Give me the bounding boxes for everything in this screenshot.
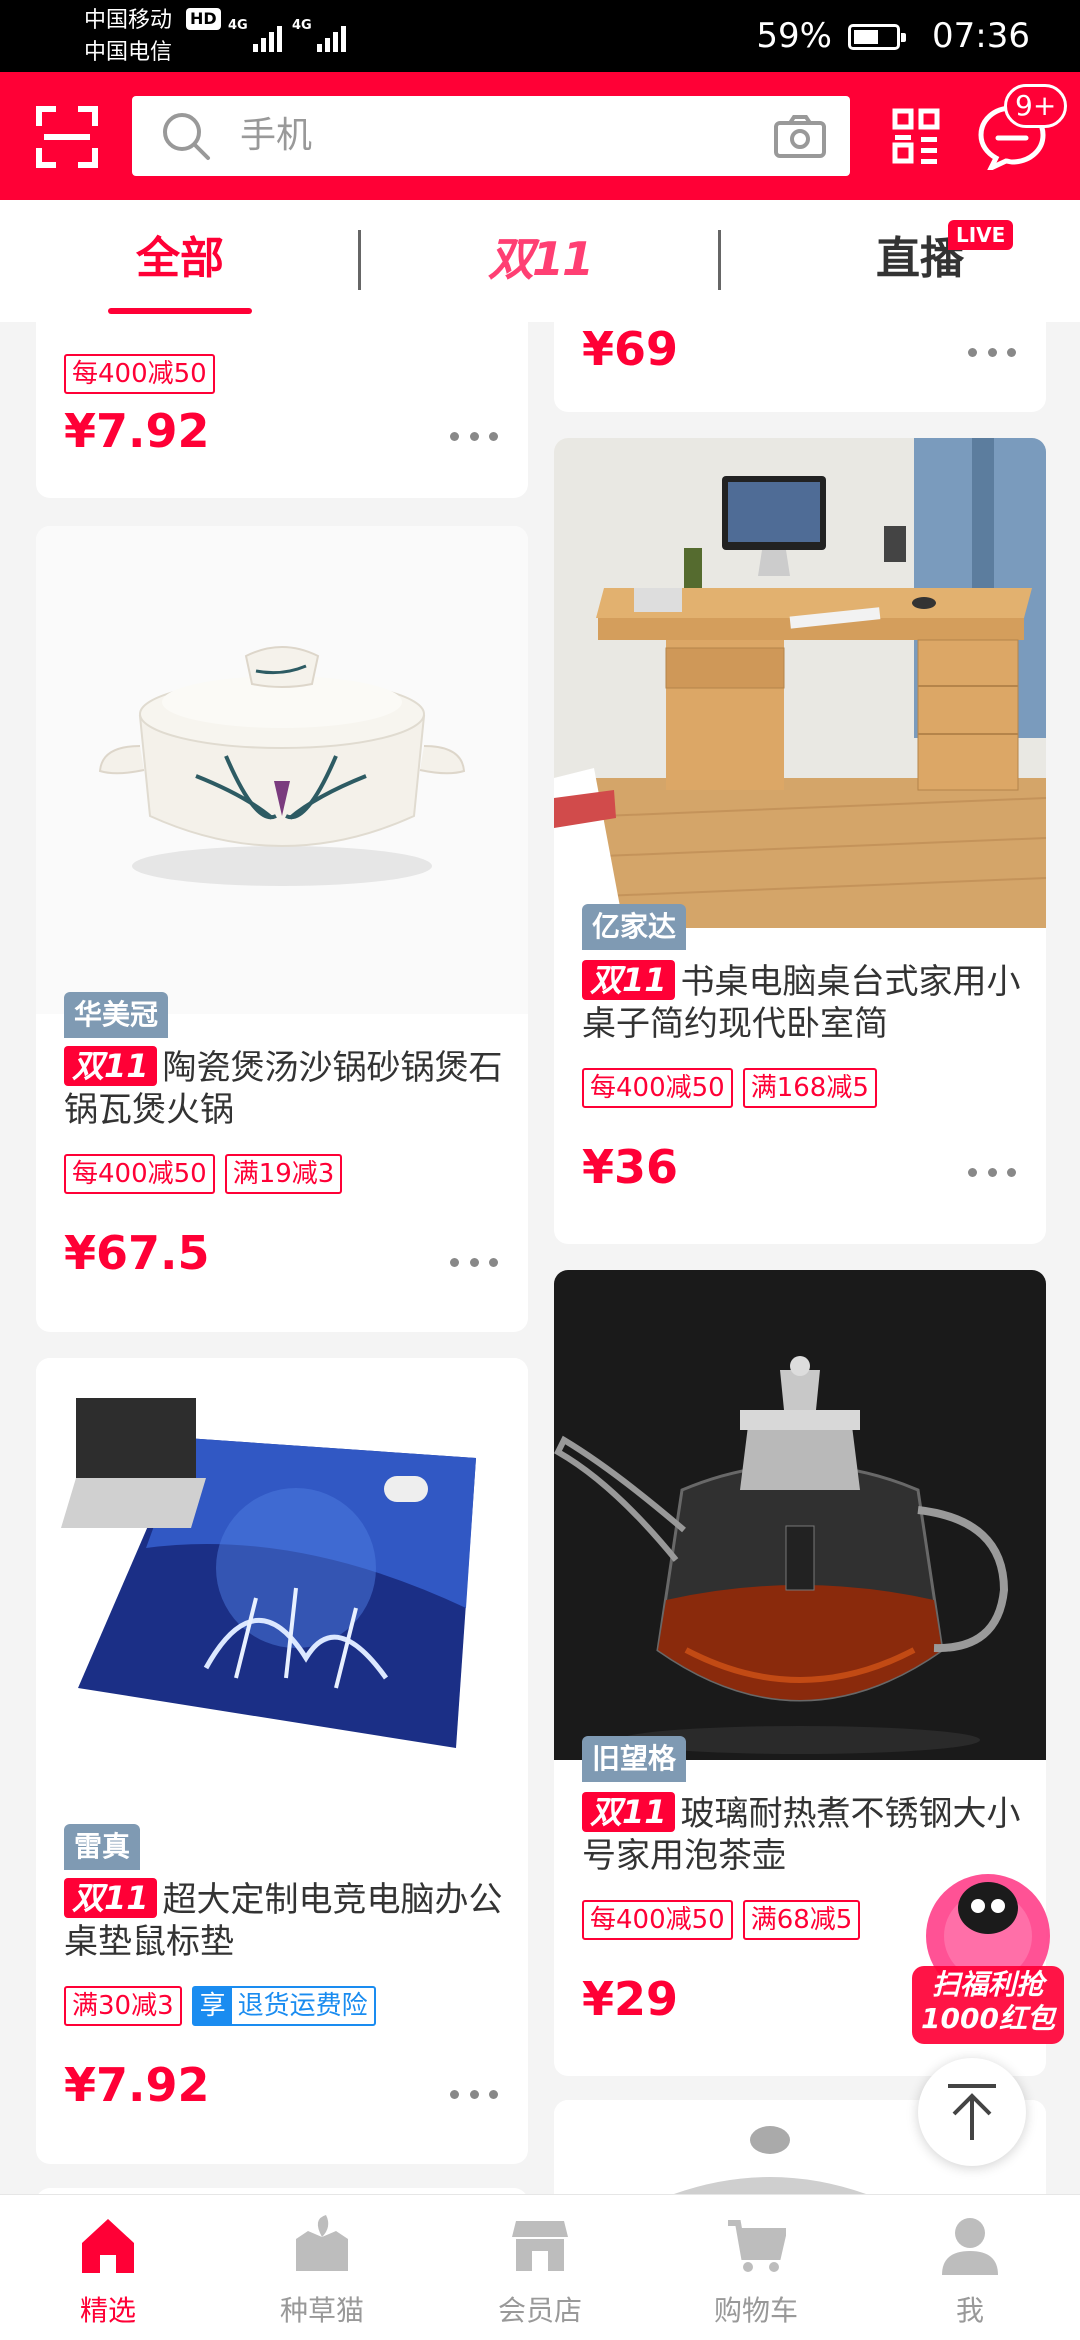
double11-tag: 双11 xyxy=(582,1792,675,1832)
search-box[interactable]: 手机 xyxy=(132,96,850,176)
carrier-1: 中国移动 xyxy=(84,8,173,33)
tab-divider xyxy=(358,230,361,290)
product-card[interactable]: 雷真 双11 超大定制电竞电脑办公桌垫鼠标垫 满30减3 享退货运费险 ¥7.92 xyxy=(36,1358,528,2164)
promo-tag: 满19减3 xyxy=(224,1154,343,1194)
tab-active-indicator xyxy=(108,308,252,314)
promo-tag: 每400减50 xyxy=(64,1154,215,1194)
store-tag: 华美冠 xyxy=(64,992,169,1038)
tab-divider xyxy=(718,230,721,290)
promo-tag: 满68减5 xyxy=(742,1900,861,1940)
store-tag: 旧望格 xyxy=(582,1736,687,1782)
search-input[interactable]: 手机 xyxy=(240,96,312,176)
tab-all[interactable]: 全部 xyxy=(110,200,250,322)
camera-icon[interactable] xyxy=(774,114,826,158)
carrier-2: 中国电信 xyxy=(84,40,173,65)
scan-icon[interactable] xyxy=(36,106,98,168)
more-options-icon[interactable] xyxy=(968,1168,1016,1180)
floating-red-packet-promo[interactable]: 扫福利抢 1000红包 xyxy=(908,1850,1068,2050)
price: ¥29 xyxy=(582,1972,679,2026)
tab-bar: 全部 双11 直播 LIVE xyxy=(0,200,1080,322)
nav-item-member-store[interactable]: 会员店 xyxy=(460,2195,620,2340)
shipping-insurance-tag: 享退货运费险 xyxy=(191,1986,376,2026)
promo-tag: 满168减5 xyxy=(742,1068,877,1108)
battery-percent: 59% xyxy=(756,16,832,56)
more-options-icon[interactable] xyxy=(450,432,498,444)
back-to-top-button[interactable] xyxy=(918,2058,1026,2166)
product-image-teapot[interactable] xyxy=(554,1270,1046,1760)
store-tag: 雷真 xyxy=(64,1824,141,1870)
tab-live[interactable]: 直播 xyxy=(850,200,990,322)
clock: 07:36 xyxy=(932,16,1030,56)
product-image-desk[interactable] xyxy=(554,438,1046,928)
grass-cat-icon xyxy=(296,2215,348,2271)
profile-icon xyxy=(942,2218,998,2275)
signal-2-icon: 4G xyxy=(292,18,346,52)
price: ¥69 xyxy=(582,322,679,376)
cart-icon xyxy=(728,2220,786,2272)
price: ¥7.92 xyxy=(64,404,210,458)
member-store-icon xyxy=(512,2221,568,2271)
promo-tag: 每400减50 xyxy=(582,1900,733,1940)
price: ¥7.92 xyxy=(64,2058,210,2112)
product-image-clay-pot[interactable] xyxy=(36,526,528,1014)
more-options-icon[interactable] xyxy=(450,2090,498,2102)
status-bar: 中国移动 HD 中国电信 4G 4G 59% 07:36 xyxy=(0,0,1080,72)
battery-icon xyxy=(848,24,906,50)
product-title[interactable]: 双11 陶瓷煲汤沙锅砂锅煲石锅瓦煲火锅 xyxy=(64,1046,504,1131)
nav-item-featured[interactable]: 精选 xyxy=(28,2195,188,2340)
double11-tag: 双11 xyxy=(64,1878,157,1918)
hd-badge: HD xyxy=(186,8,221,30)
message-badge: 9+ xyxy=(1004,84,1068,128)
live-badge: LIVE xyxy=(948,220,1014,250)
product-card[interactable]: 华美冠 双11 陶瓷煲汤沙锅砂锅煲石锅瓦煲火锅 每400减50 满19减3 ¥67… xyxy=(36,526,528,1332)
qr-code-icon[interactable] xyxy=(892,108,940,164)
store-tag: 亿家达 xyxy=(582,904,687,950)
product-card[interactable]: ¥69 xyxy=(554,322,1046,412)
double11-tag: 双11 xyxy=(582,960,675,1000)
product-title[interactable]: 双11 超大定制电竞电脑办公桌垫鼠标垫 xyxy=(64,1878,504,1963)
bottom-nav: 精选 种草猫 会员店 购物车 我 xyxy=(0,2194,1080,2340)
promo-tag: 每400减50 xyxy=(64,354,215,394)
signal-1-icon: 4G xyxy=(228,18,282,52)
double11-tag: 双11 xyxy=(64,1046,157,1086)
product-title[interactable]: 双11 书桌电脑桌台式家用小桌子简约现代卧室简 xyxy=(582,960,1022,1045)
nav-item-grass-cat[interactable]: 种草猫 xyxy=(242,2195,402,2340)
promo-tag: 每400减50 xyxy=(582,1068,733,1108)
nav-item-me[interactable]: 我 xyxy=(890,2195,1050,2340)
arrow-up-icon xyxy=(948,2084,996,2140)
home-icon xyxy=(82,2219,134,2273)
header: 手机 9+ xyxy=(0,72,1080,200)
nav-item-cart[interactable]: 购物车 xyxy=(676,2195,836,2340)
product-card[interactable]: 每400减50 ¥7.92 xyxy=(36,322,528,498)
product-card[interactable]: 亿家达 双11 书桌电脑桌台式家用小桌子简约现代卧室简 每400减50 满168减… xyxy=(554,438,1046,1244)
search-icon xyxy=(163,113,210,160)
more-options-icon[interactable] xyxy=(968,348,1016,360)
product-image-mouse-pad[interactable] xyxy=(36,1358,528,1846)
tab-double11[interactable]: 双11 xyxy=(440,200,640,322)
price: ¥36 xyxy=(582,1140,679,1194)
promo-tag: 满30减3 xyxy=(64,1986,182,2026)
price: ¥67.5 xyxy=(64,1226,210,1280)
more-options-icon[interactable] xyxy=(450,1258,498,1270)
